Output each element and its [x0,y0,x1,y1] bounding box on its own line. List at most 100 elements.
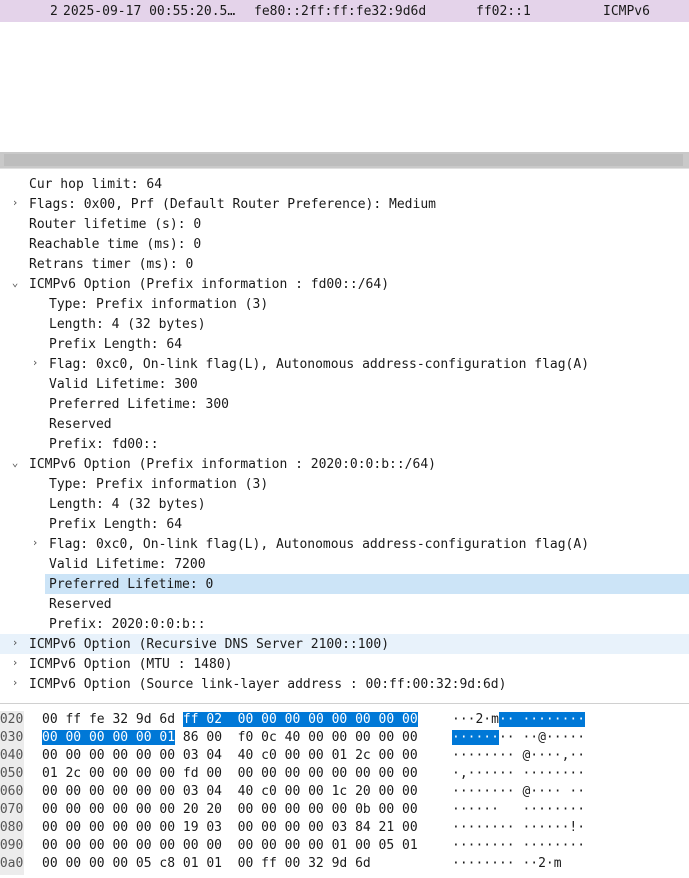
tree-item[interactable]: Preferred Lifetime: 300 [0,394,689,414]
tree-item[interactable]: › ICMPv6 Option (Source link-layer addres… [0,674,689,694]
ascii-highlight: ······ [452,730,499,745]
tree-item-label: ICMPv6 Option (MTU : 1480) [29,657,233,672]
hex-highlight: 00 00 00 00 00 01 [42,730,176,745]
tree-item-label: ICMPv6 Option (Prefix information : fd00… [29,277,390,292]
packet-source: fe80::2ff:ff:fe32:9d6d [254,4,427,19]
bytes-row[interactable]: 0080 00 00 00 00 00 00 19 03 00 00 00 00 … [0,819,689,839]
chevron-right-icon[interactable]: › [10,656,20,670]
hex-bytes: 00 00 00 00 00 00 03 04 40 c0 00 00 01 2… [42,749,418,763]
packet-details-tree: Cur hop limit: 64 › Flags: 0x00, Prf (Defa… [0,174,689,700]
hex-bytes: 00 00 00 00 00 00 00 00 00 00 00 00 01 0… [42,839,418,853]
horizontal-scrollbar[interactable] [0,152,689,168]
ascii-bytes: ········ @····,·· [452,749,585,763]
bytes-row[interactable]: 0060 00 00 00 00 00 00 03 04 40 c0 00 00 … [0,783,689,803]
tree-item[interactable]: › ICMPv6 Option (MTU : 1480) [0,654,689,674]
chevron-right-icon[interactable]: › [10,196,20,210]
ascii-segment: ········ @····,·· [452,748,586,763]
packet-no: 2 [50,4,58,19]
bytes-row[interactable]: 0050 01 2c 00 00 00 00 fd 00 00 00 00 00 … [0,765,689,785]
bytes-row[interactable]: 0040 00 00 00 00 00 00 03 04 40 c0 00 00 … [0,747,689,767]
byte-offset: 0050 [0,765,24,785]
tree-item-label: Valid Lifetime: 7200 [49,557,206,572]
tree-item[interactable]: Length: 4 (32 bytes) [0,314,689,334]
tree-item-label: Length: 4 (32 bytes) [49,317,206,332]
hex-segment: 00 00 00 00 00 00 00 00 00 00 00 00 01 0… [42,838,418,853]
hex-bytes: 00 00 00 00 05 c8 01 01 00 ff 00 32 9d 6… [42,857,371,871]
ascii-bytes: ········ ······!· [452,821,585,835]
tree-item-label: ICMPv6 Option (Recursive DNS Server 2100… [29,637,390,652]
chevron-right-icon[interactable]: › [10,676,20,690]
tree-item-label: Type: Prefix information (3) [49,297,269,312]
ascii-segment: ········ @···· ·· [452,784,586,799]
hex-bytes: 00 00 00 00 00 00 03 04 40 c0 00 00 1c 2… [42,785,418,799]
bytes-row[interactable]: 0030 00 00 00 00 00 01 86 00 f0 0c 40 00 … [0,729,689,749]
chevron-down-icon[interactable]: ⌄ [10,456,20,470]
tree-item-label: Preferred Lifetime: 300 [49,397,230,412]
tree-item-label: Valid Lifetime: 300 [49,377,198,392]
byte-offset: 0030 [0,729,24,749]
ascii-bytes: ········ @···· ·· [452,785,585,799]
bytes-row[interactable]: 0070 00 00 00 00 00 00 20 20 00 00 00 00 … [0,801,689,821]
tree-item[interactable]: Cur hop limit: 64 [0,174,689,194]
tree-item-label: Reachable time (ms): 0 [29,237,202,252]
tree-item[interactable]: Prefix: fd00:: [0,434,689,454]
ascii-segment: ········ ········ [452,838,586,853]
hex-bytes: 00 00 00 00 00 01 86 00 f0 0c 40 00 00 0… [42,730,418,745]
tree-item[interactable]: Prefix: 2020:0:0:b:: [0,614,689,634]
chevron-right-icon[interactable]: › [10,636,20,650]
chevron-right-icon[interactable]: › [30,356,40,370]
tree-item[interactable]: Type: Prefix information (3) [0,474,689,494]
ascii-segment: ···2·m [452,712,499,727]
ascii-bytes: ·,······ ········ [452,767,585,781]
hex-highlight: ff 02 00 00 00 00 00 00 00 00 [182,712,418,727]
tree-item[interactable]: Prefix Length: 64 [0,334,689,354]
packet-row[interactable]: 2 2025-09-17 00:55:20.5… fe80::2ff:ff:fe… [0,0,689,22]
tree-item[interactable]: Valid Lifetime: 300 [0,374,689,394]
byte-offset: 0060 [0,783,24,803]
bytes-row[interactable]: 0090 00 00 00 00 00 00 00 00 00 00 00 00 … [0,837,689,857]
bytes-row[interactable]: 0020 00 ff fe 32 9d 6d ff 02 00 00 00 00 … [0,711,689,731]
tree-item[interactable]: Retrans timer (ms): 0 [0,254,689,274]
tree-item-label: Reserved [49,417,112,432]
tree-item[interactable]: Type: Prefix information (3) [0,294,689,314]
tree-item[interactable]: Preferred Lifetime: 0 [45,574,689,594]
tree-item-label: Cur hop limit: 64 [29,177,163,192]
byte-offset: 0090 [0,837,24,857]
tree-item[interactable]: ⌄ ICMPv6 Option (Prefix information : 202… [0,454,689,474]
hex-segment: 00 00 00 00 00 00 20 20 00 00 00 00 00 0… [42,802,418,817]
ascii-segment: ·· ··@····· [498,730,586,745]
tree-item[interactable]: Reachable time (ms): 0 [0,234,689,254]
tree-item[interactable]: Reserved [0,594,689,614]
tree-item-label: Type: Prefix information (3) [49,477,269,492]
tree-item[interactable]: › Flag: 0xc0, On-link flag(L), Autonomous… [0,534,689,554]
chevron-down-icon[interactable]: ⌄ [10,276,20,290]
tree-item[interactable]: ⌄ ICMPv6 Option (Prefix information : fd0… [0,274,689,294]
tree-item[interactable]: Length: 4 (32 bytes) [0,494,689,514]
scrollbar-thumb[interactable] [4,154,683,166]
tree-item[interactable]: Router lifetime (s): 0 [0,214,689,234]
tree-item[interactable]: Reserved [0,414,689,434]
tree-item[interactable]: › Flags: 0x00, Prf (Default Router Prefer… [0,194,689,214]
packet-destination: ff02::1 [476,4,531,19]
tree-item[interactable]: Valid Lifetime: 7200 [0,554,689,574]
tree-item-label: Router lifetime (s): 0 [29,217,202,232]
packet-bytes-pane: 0020 00 ff fe 32 9d 6d ff 02 00 00 00 00 … [0,711,689,878]
byte-offset: 0020 [0,711,24,731]
hex-bytes: 00 00 00 00 00 00 19 03 00 00 00 00 03 8… [42,821,418,835]
hex-bytes: 00 ff fe 32 9d 6d ff 02 00 00 00 00 00 0… [42,712,418,727]
bytes-row[interactable]: 00a0 00 00 00 00 05 c8 01 01 00 ff 00 32 … [0,855,689,875]
tree-item-label: Reserved [49,597,112,612]
tree-item-label: Length: 4 (32 bytes) [49,497,206,512]
tree-item-label: Prefix Length: 64 [49,337,183,352]
ascii-segment: ······ ········ [452,802,586,817]
byte-offset: 0040 [0,747,24,767]
hex-segment: 00 00 00 00 00 00 19 03 00 00 00 00 03 8… [42,820,418,835]
hex-bytes: 00 00 00 00 00 00 20 20 00 00 00 00 00 0… [42,803,418,817]
tree-item-label: Prefix: 2020:0:0:b:: [49,617,206,632]
tree-item-label: Flag: 0xc0, On-link flag(L), Autonomous … [49,537,590,552]
chevron-right-icon[interactable]: › [30,536,40,550]
tree-item[interactable]: › Flag: 0xc0, On-link flag(L), Autonomous… [0,354,689,374]
packet-list: 2 2025-09-17 00:55:20.5… fe80::2ff:ff:fe… [0,0,689,152]
tree-item[interactable]: › ICMPv6 Option (Recursive DNS Server 210… [0,634,689,654]
tree-item[interactable]: Prefix Length: 64 [0,514,689,534]
